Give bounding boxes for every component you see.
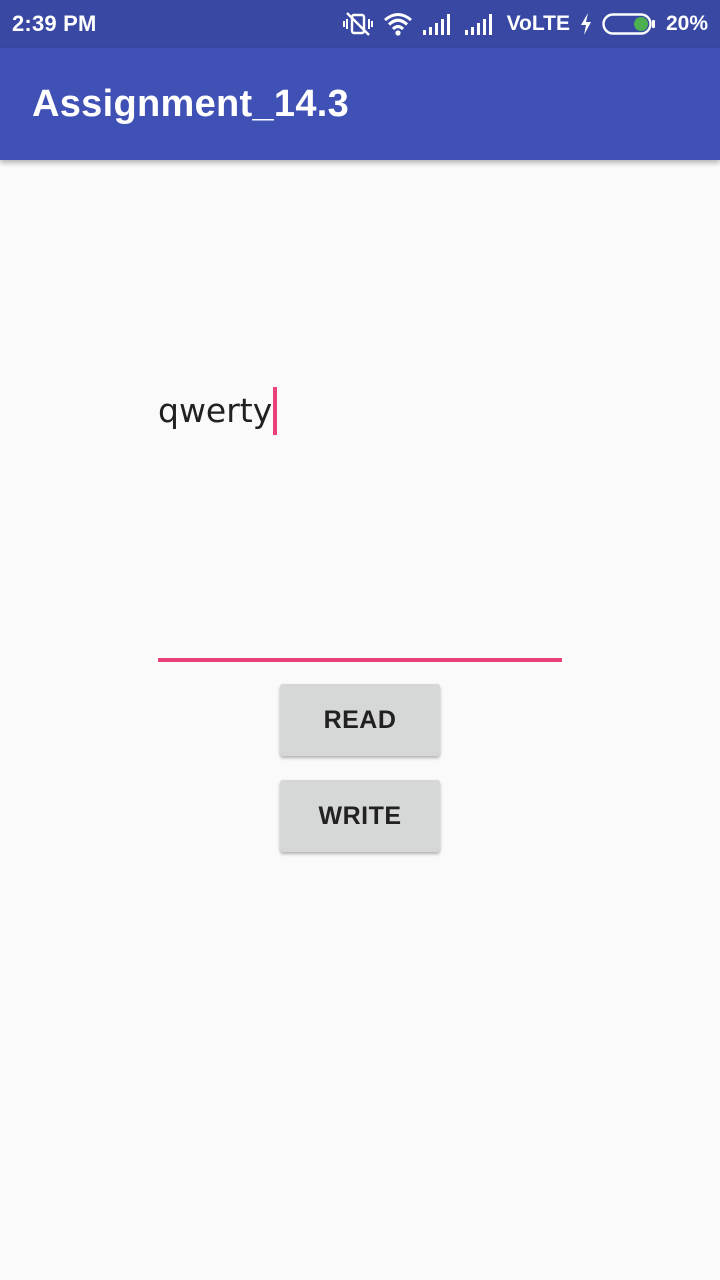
text-cursor xyxy=(273,387,278,435)
app-title: Assignment_14.3 xyxy=(32,82,350,125)
status-time: 2:39 PM xyxy=(12,11,97,36)
wifi-icon xyxy=(383,12,413,36)
read-button[interactable]: READ xyxy=(280,684,440,756)
main-content: qwerty READ WRITE xyxy=(0,160,720,1280)
text-input[interactable]: qwerty xyxy=(158,386,562,662)
write-button[interactable]: WRITE xyxy=(280,780,440,852)
battery-percent: 20% xyxy=(665,12,708,35)
status-bar: 2:39 PM VoLTE 20% xyxy=(0,0,720,48)
status-icons: VoLTE 20% xyxy=(342,11,708,37)
network-type-label: VoLTE xyxy=(506,12,570,35)
battery-icon xyxy=(602,12,656,36)
app-bar: Assignment_14.3 xyxy=(0,48,720,160)
signal-icon xyxy=(464,13,497,35)
vibrate-off-icon xyxy=(342,11,373,37)
charging-icon xyxy=(580,13,592,35)
text-input-value-wrapper: qwerty xyxy=(158,386,278,436)
text-input-value: qwerty xyxy=(158,391,273,430)
signal-icon xyxy=(422,13,455,35)
